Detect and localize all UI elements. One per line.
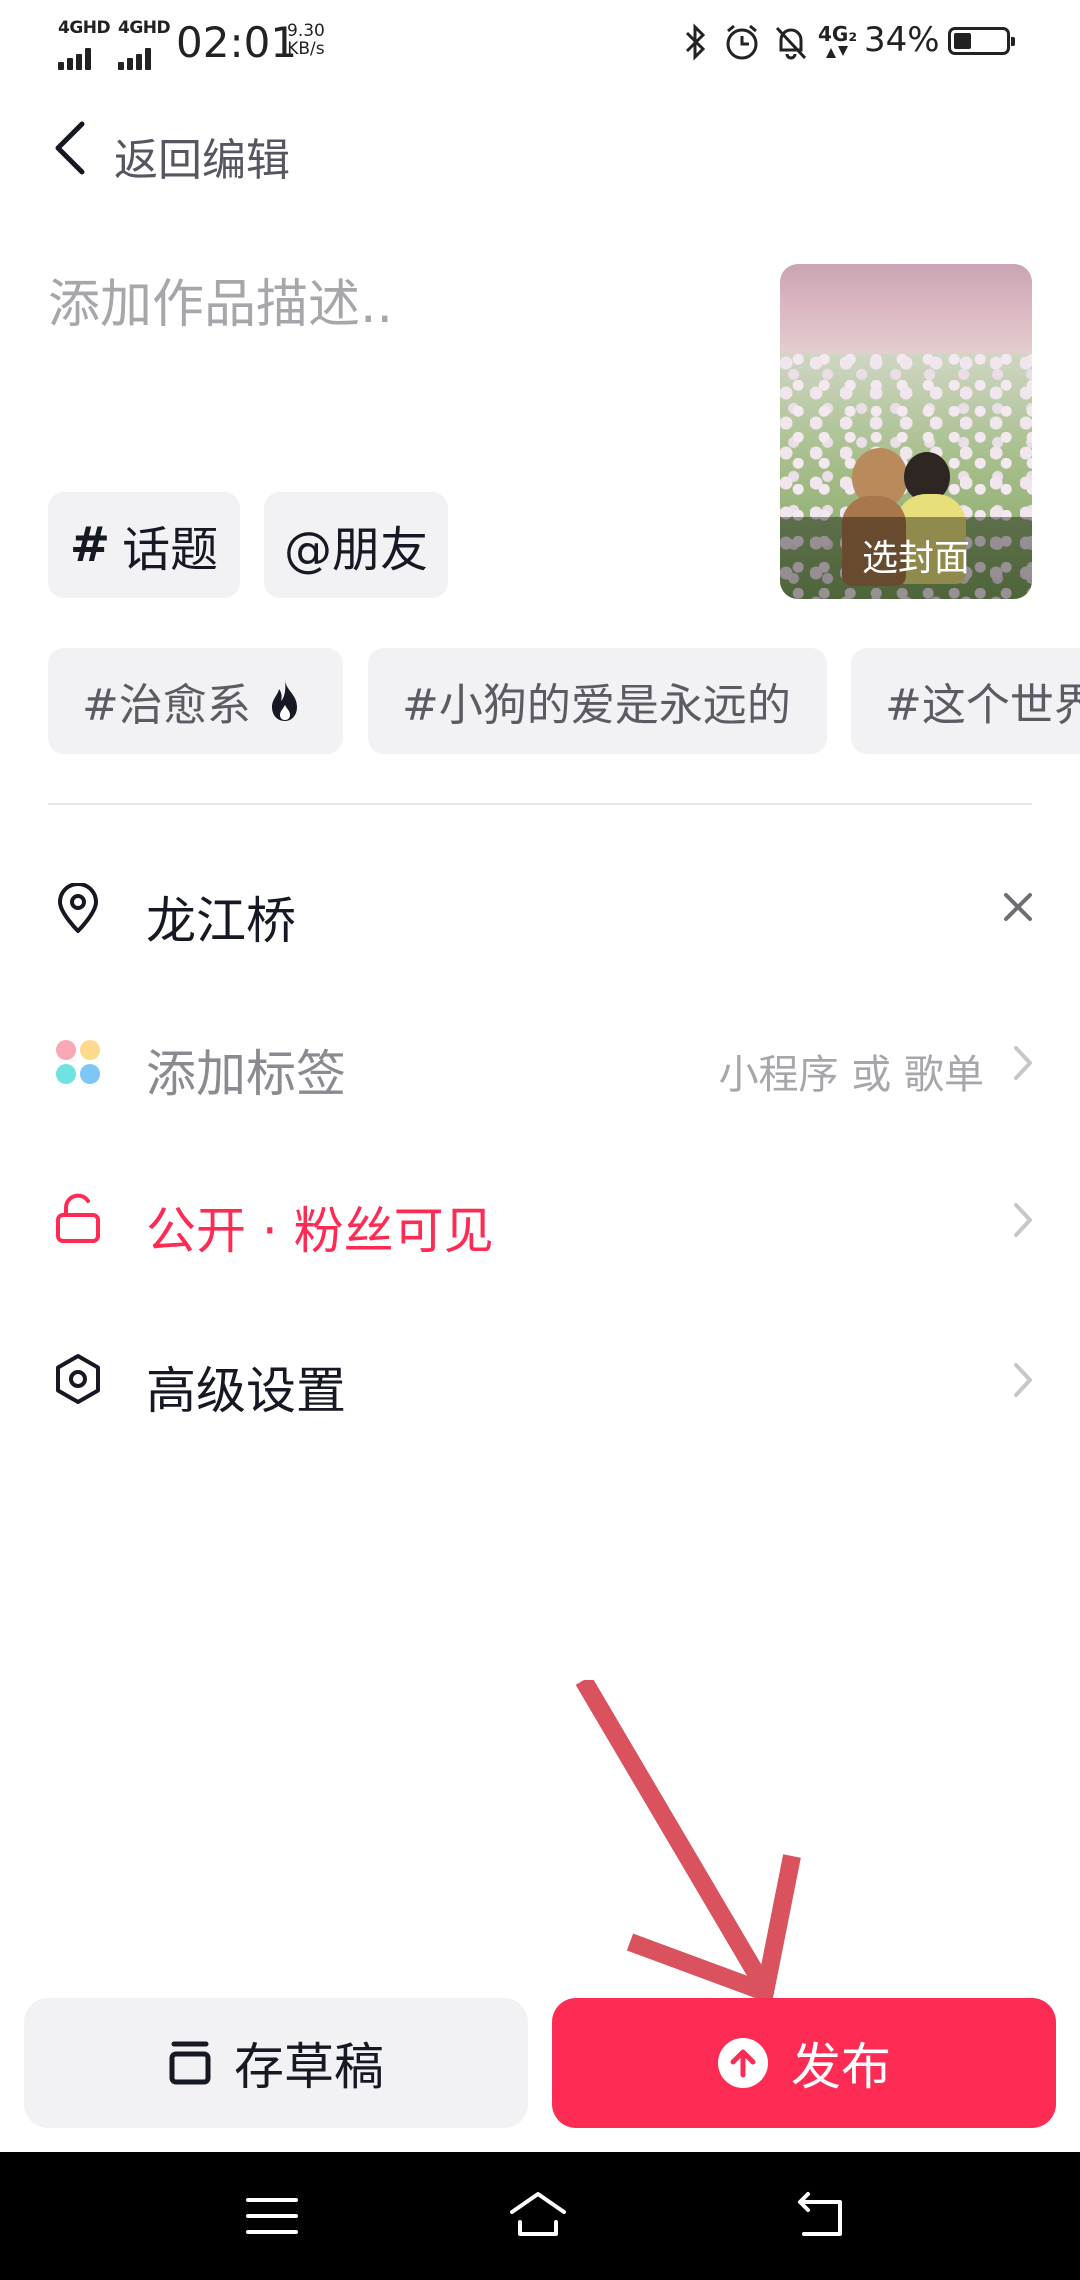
remove-location-close-icon[interactable] — [1002, 891, 1034, 923]
upload-arrow-icon — [718, 2038, 768, 2088]
chevron-right-icon — [1014, 1046, 1032, 1080]
hashtag-icon: # — [69, 517, 111, 573]
cover-thumbnail-sky — [780, 264, 1032, 364]
clock: 02:01 — [176, 18, 298, 67]
publish-button[interactable]: 发布 — [552, 1998, 1056, 2128]
publish-label: 发布 — [791, 2038, 891, 2096]
suggested-tag[interactable]: #小狗的爱是永远的 — [368, 648, 827, 754]
mention-friend-label: @朋友 — [283, 522, 428, 578]
battery-level — [954, 33, 971, 49]
select-cover-button[interactable]: 选封面 — [780, 264, 1032, 599]
network-type-1: 4GHD — [58, 18, 111, 38]
suggested-tag-label: #治愈系 — [82, 680, 251, 731]
suggested-tag[interactable]: #这个世界 — [851, 648, 1080, 754]
section-divider — [48, 803, 1032, 805]
network-type-2: 4GHD — [118, 18, 171, 38]
status-bar: 4GHD 4GHD 02:01 9.30 KB/s 4G₂ 34% — [0, 0, 1080, 84]
system-navigation-bar — [0, 2152, 1080, 2280]
save-draft-label: 存草稿 — [234, 2038, 384, 2096]
suggested-tag-label: #这个世界 — [885, 680, 1080, 731]
location-row[interactable]: 龙江桥 — [0, 845, 1080, 975]
data-arrows-icon — [826, 46, 848, 58]
chevron-right-icon — [1014, 1203, 1032, 1237]
back-icon[interactable] — [790, 2186, 850, 2246]
visibility-row[interactable]: 公开 · 粉丝可见 — [0, 1155, 1080, 1285]
location-label: 龙江桥 — [146, 892, 296, 950]
mute-bell-icon — [775, 26, 807, 60]
mention-friend-chip[interactable]: @朋友 — [264, 492, 448, 598]
select-cover-label: 选封面 — [861, 538, 970, 579]
alarm-icon — [726, 24, 758, 60]
bluetooth-icon — [685, 23, 706, 61]
network-speed: 9.30 KB/s — [287, 22, 325, 58]
description-input[interactable] — [48, 260, 748, 350]
add-tag-hint: 小程序 或 歌单 — [718, 1052, 984, 1098]
suggested-tag[interactable]: #治愈系 — [48, 648, 343, 754]
draft-box-icon — [169, 2041, 211, 2085]
hexagon-settings-icon — [56, 1354, 100, 1404]
topic-chip[interactable]: # 话题 — [48, 492, 240, 598]
topic-chip-label: 话题 — [122, 522, 219, 578]
colorful-dots-icon — [56, 1040, 100, 1084]
chevron-right-icon — [1014, 1363, 1032, 1397]
fire-icon — [271, 681, 297, 721]
add-tag-label: 添加标签 — [146, 1045, 346, 1103]
save-draft-button[interactable]: 存草稿 — [24, 1998, 528, 2128]
location-pin-icon — [58, 883, 98, 933]
visibility-label: 公开 · 粉丝可见 — [146, 1202, 494, 1260]
network-speed-unit: KB/s — [287, 39, 325, 59]
network-speed-value: 9.30 — [287, 21, 325, 41]
battery-percentage: 34% — [864, 20, 940, 60]
advanced-settings-row[interactable]: 高级设置 — [0, 1315, 1080, 1445]
suggested-tag-label: #小狗的爱是永远的 — [402, 680, 791, 731]
back-to-edit-button[interactable]: 返回编辑 — [114, 124, 290, 188]
battery-icon — [948, 27, 1015, 55]
annotation-arrow-icon — [575, 1680, 801, 2005]
back-arrow-icon[interactable] — [46, 118, 90, 178]
network-type-3: 4G₂ — [818, 22, 858, 46]
menu-icon[interactable] — [242, 2186, 302, 2246]
unlock-icon — [56, 1193, 100, 1243]
home-icon[interactable] — [508, 2186, 568, 2246]
add-tag-row[interactable]: 添加标签 小程序 或 歌单 — [0, 998, 1080, 1128]
advanced-settings-label: 高级设置 — [146, 1362, 346, 1420]
